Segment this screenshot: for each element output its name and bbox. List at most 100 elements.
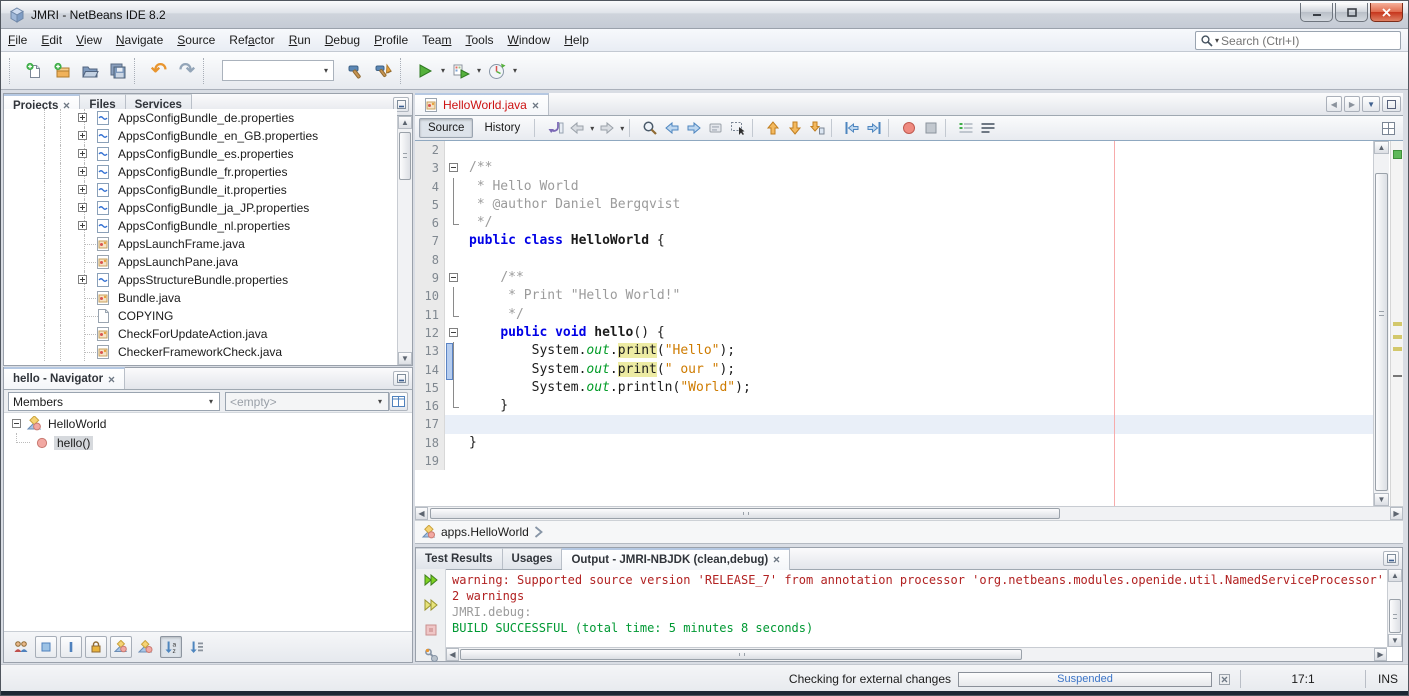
new-file-button[interactable] [20,57,48,85]
tab-test-results[interactable]: Test Results [416,548,503,569]
tab-navigator[interactable]: hello - Navigator [4,367,125,389]
cancel-process-icon[interactable] [1219,674,1230,685]
menu-refactor[interactable]: Refactor [222,30,281,50]
code-line-12[interactable]: 12 public void hello() { [415,324,1373,342]
code-line-4[interactable]: 4 * Hello World [415,178,1373,196]
build-project-button[interactable] [342,57,370,85]
profile-project-button[interactable] [483,57,511,85]
menu-source[interactable]: Source [170,30,222,50]
tree-item[interactable]: AppsConfigBundle_it.properties [4,181,397,199]
tree-item[interactable]: AppsStructureBundle.properties [4,271,397,289]
maximize-editor-icon[interactable] [1382,96,1401,112]
expand-icon[interactable] [78,113,87,122]
code-editor[interactable]: 23/**4 * Hello World5 * @author Daniel B… [415,141,1403,506]
dropdown-arrow-icon[interactable]: ▾ [477,66,481,75]
code-line-2[interactable]: 2 [415,141,1373,159]
toolbar-config-combo[interactable]: ▾ [222,60,334,81]
move-up-button[interactable] [762,118,784,138]
scroll-up-icon[interactable]: ▲ [398,116,412,129]
code-line-18[interactable]: 18} [415,434,1373,452]
code-line-19[interactable]: 19 [415,452,1373,470]
code-line-5[interactable]: 5 * @author Daniel Bergqvist [415,196,1373,214]
filter-combo[interactable]: <empty>▾ [225,392,389,411]
minimize-button[interactable] [1300,3,1333,22]
collapse-icon[interactable] [12,419,21,428]
tree-item[interactable]: COPYING [4,307,397,325]
close-icon[interactable] [532,102,539,109]
code-line-6[interactable]: 6 */ [415,214,1373,232]
show-inner-classes-toggle[interactable] [110,636,132,658]
stop-build-button[interactable] [423,622,439,641]
quick-search[interactable]: ▾ [1195,31,1401,50]
expand-icon[interactable] [78,131,87,140]
rectangular-selection-button[interactable] [727,118,749,138]
menu-help[interactable]: Help [557,30,596,50]
inner-class-filter-icon[interactable] [135,636,157,658]
breadcrumb[interactable]: apps.HelloWorld [415,520,1403,544]
breadcrumb-item[interactable]: apps.HelloWorld [441,525,529,539]
stop-macro-recording-button[interactable] [920,118,942,138]
occurrence-mark[interactable] [1393,335,1402,339]
code-line-11[interactable]: 11 */ [415,306,1373,324]
expand-icon[interactable] [78,275,87,284]
tree-item[interactable]: AppsConfigBundle_es.properties [4,145,397,163]
code-line-17[interactable]: 17 [415,415,1373,433]
view-selector-combo[interactable]: Members▾ [8,392,220,411]
code-line-9[interactable]: 9 /** [415,269,1373,287]
forward-button[interactable] [596,118,618,138]
projects-scrollbar[interactable]: ▲ ▼ [397,116,412,365]
menu-debug[interactable]: Debug [318,30,367,50]
menu-file[interactable]: File [1,30,34,50]
move-down-button[interactable] [784,118,806,138]
menu-tools[interactable]: Tools [458,30,500,50]
sort-alpha-toggle[interactable]: az [160,636,182,658]
run-project-button[interactable] [411,57,439,85]
back-button[interactable] [566,118,588,138]
search-dropdown-icon[interactable]: ▾ [1215,36,1219,45]
split-document-icon[interactable] [1377,118,1399,138]
redo-button[interactable]: ↷ [173,57,201,85]
scroll-tabs-right-icon[interactable]: ▶ [1344,96,1360,112]
output-vertical-scrollbar[interactable]: ▲ ▼ [1387,569,1402,647]
code-line-15[interactable]: 15 System.out.println("World"); [415,379,1373,397]
sort-source-icon[interactable] [185,636,207,658]
undo-button[interactable]: ↶ [145,57,173,85]
code-line-14[interactable]: 14 System.out.print(" our "); [415,361,1373,379]
dropdown-arrow-icon[interactable]: ▾ [441,66,445,75]
expand-icon[interactable] [78,203,87,212]
error-stripe[interactable] [1390,141,1403,506]
dropdown-arrow-icon[interactable]: ▾ [513,66,517,75]
fold-margin[interactable] [445,269,461,287]
menu-navigate[interactable]: Navigate [109,30,170,50]
menu-team[interactable]: Team [415,30,458,50]
expand-icon[interactable] [78,185,87,194]
output-console[interactable]: warning: Supported source version 'RELEA… [452,572,1386,647]
tree-item[interactable]: AppsConfigBundle_en_GB.properties [4,127,397,145]
maximize-button[interactable] [1335,3,1368,22]
shift-line-right-button[interactable] [863,118,885,138]
tab-list-icon[interactable]: ▼ [1362,96,1380,112]
menu-window[interactable]: Window [501,30,558,50]
output-horizontal-scrollbar[interactable]: ◀ ▶ [446,647,1387,661]
tree-item[interactable]: AppsConfigBundle_de.properties [4,109,397,127]
comment-button[interactable] [955,118,977,138]
search-input[interactable] [1221,34,1396,48]
tab-usages[interactable]: Usages [503,548,563,569]
editor-vertical-scrollbar[interactable]: ▲ ▼ [1373,141,1389,506]
menu-run[interactable]: Run [282,30,318,50]
find-previous-button[interactable] [661,118,683,138]
toggle-bookmark-button[interactable] [806,118,828,138]
minimize-window-group-button[interactable] [1383,551,1399,566]
occurrence-mark[interactable] [1393,322,1402,326]
code-line-3[interactable]: 3/** [415,159,1373,177]
scroll-down-icon[interactable]: ▼ [1374,493,1389,506]
find-selection-button[interactable] [639,118,661,138]
menu-edit[interactable]: Edit [34,30,69,50]
navigator-class-row[interactable]: HelloWorld [4,414,412,433]
scroll-right-icon[interactable]: ▶ [1390,507,1403,520]
start-macro-recording-button[interactable] [898,118,920,138]
scroll-down-icon[interactable]: ▼ [398,352,412,365]
tree-item[interactable]: AppsConfigBundle_nl.properties [4,217,397,235]
close-icon[interactable] [773,554,780,566]
navigator-method-row[interactable]: hello() [4,433,412,452]
